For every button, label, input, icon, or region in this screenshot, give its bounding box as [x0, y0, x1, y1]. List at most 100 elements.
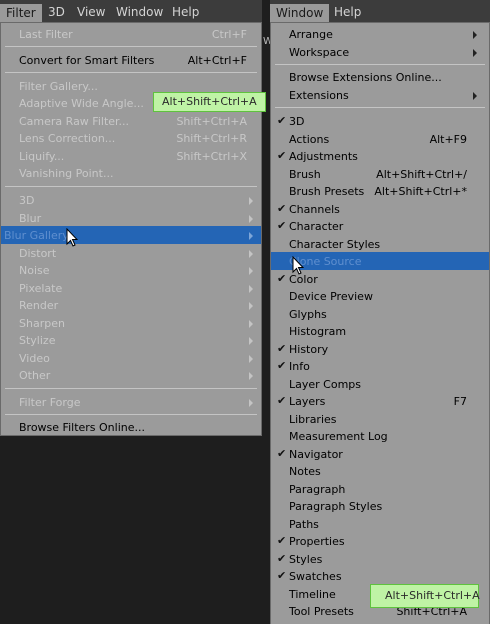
menu-item-convert-smart-filters[interactable]: Convert for Smart Filters Alt+Ctrl+F — [1, 51, 261, 69]
menu-window-active[interactable]: Window — [270, 4, 330, 22]
submenu-blur-gallery[interactable]: Blur Gallery — [1, 226, 261, 244]
submenu-other[interactable]: Other — [1, 366, 261, 384]
device-preview-label: Device Preview — [289, 290, 373, 303]
mouse-cursor-icon — [292, 256, 304, 275]
submenu-blur[interactable]: Blur — [1, 209, 261, 227]
menu-item-adjustments[interactable]: ✔ Adjustments — [271, 147, 489, 165]
menu-item-character[interactable]: ✔ Character — [271, 217, 489, 235]
submenu-blur-label: Blur — [19, 212, 42, 225]
submenu-noise[interactable]: Noise — [1, 261, 261, 279]
menu-item-brush[interactable]: Brush Alt+Shift+Ctrl+/ — [271, 165, 489, 183]
checkmark-icon: ✔ — [277, 534, 287, 547]
checkmark-icon: ✔ — [277, 551, 287, 565]
browse-filters-label: Browse Filters Online... — [19, 421, 145, 434]
menu-divider — [275, 64, 485, 65]
menu-item-lens-correction[interactable]: Lens Correction... Shift+Ctrl+R — [1, 129, 261, 147]
menu-item-camera-raw-filter[interactable]: Camera Raw Filter... Shift+Ctrl+A — [1, 112, 261, 130]
menu-item-device-preview[interactable]: Device Preview — [271, 287, 489, 305]
camera-raw-label: Camera Raw Filter... — [19, 115, 130, 128]
submenu-distort-label: Distort — [19, 247, 57, 260]
submenu-arrange[interactable]: Arrange — [271, 25, 489, 43]
submenu-render-label: Render — [19, 299, 59, 312]
menu-item-paths[interactable]: Paths — [271, 515, 489, 533]
menubar-left: Filter 3D View Window Help — [0, 0, 262, 24]
chevron-right-icon — [249, 232, 253, 240]
menu-item-last-filter[interactable]: Last Filter Ctrl+F — [1, 25, 261, 43]
submenu-stylize-label: Stylize — [19, 334, 56, 347]
menu-item-3d[interactable]: ✔ 3D — [271, 112, 489, 130]
notes-label: Notes — [289, 465, 321, 478]
liquify-shortcut: Shift+Ctrl+X — [176, 150, 247, 163]
menu-item-layer-comps[interactable]: Layer Comps — [271, 375, 489, 393]
submenu-other-label: Other — [19, 369, 51, 382]
menu-item-liquify[interactable]: Liquify... Shift+Ctrl+X — [1, 147, 261, 165]
menu-item-character-styles[interactable]: Character Styles — [271, 235, 489, 253]
mouse-cursor-icon — [66, 228, 78, 247]
submenu-pixelate[interactable]: Pixelate — [1, 279, 261, 297]
menu-item-brush-presets[interactable]: Brush Presets Alt+Shift+Ctrl+* — [271, 182, 489, 200]
menu-3d[interactable]: 3D — [48, 5, 65, 19]
menu-window[interactable]: Window — [116, 5, 163, 19]
menu-divider — [5, 46, 257, 47]
brush-label: Brush — [289, 167, 321, 181]
chevron-right-icon — [249, 285, 253, 293]
submenu-distort[interactable]: Distort — [1, 244, 261, 262]
chevron-right-icon — [249, 197, 253, 205]
last-filter-shortcut: Ctrl+F — [211, 28, 247, 41]
chevron-right-icon — [249, 399, 253, 407]
shortcut-tooltip: Alt+Shift+Ctrl+A — [153, 92, 266, 112]
menu-item-swatches[interactable]: ✔ Swatches — [271, 567, 489, 585]
convert-shortcut: Alt+Ctrl+F — [187, 54, 247, 67]
menu-item-channels[interactable]: ✔ Channels — [271, 200, 489, 218]
submenu-sharpen-label: Sharpen — [19, 317, 65, 330]
menu-item-measurement-log[interactable]: Measurement Log — [271, 427, 489, 445]
checkmark-icon: ✔ — [277, 149, 287, 162]
submenu-filter-forge[interactable]: Filter Forge — [1, 393, 261, 411]
menu-item-vanishing-point[interactable]: Vanishing Point... — [1, 164, 261, 182]
character-label: Character — [289, 220, 344, 233]
menu-divider — [5, 72, 257, 73]
lens-correction-label: Lens Correction... — [19, 132, 116, 145]
paths-label: Paths — [289, 517, 319, 531]
menu-item-actions[interactable]: Actions Alt+F9 — [271, 130, 489, 148]
submenu-video[interactable]: Video — [1, 349, 261, 367]
submenu-sharpen[interactable]: Sharpen — [1, 314, 261, 332]
checkmark-icon: ✔ — [277, 359, 287, 372]
arrange-label: Arrange — [289, 28, 333, 41]
liquify-label: Liquify... — [19, 150, 65, 163]
swatches-label: Swatches — [289, 570, 342, 583]
menu-item-paragraph-styles[interactable]: Paragraph Styles — [271, 497, 489, 515]
submenu-3d[interactable]: 3D — [1, 191, 261, 209]
menu-item-browse-extensions[interactable]: Browse Extensions Online... — [271, 68, 489, 86]
menu-view[interactable]: View — [77, 5, 105, 19]
menu-item-info[interactable]: ✔ Info — [271, 357, 489, 375]
menu-help-right[interactable]: Help — [334, 5, 361, 19]
menu-item-notes[interactable]: Notes — [271, 462, 489, 480]
window-menu: Arrange Workspace Browse Extensions Onli… — [270, 22, 490, 624]
submenu-stylize[interactable]: Stylize — [1, 331, 261, 349]
glyphs-label: Glyphs — [289, 307, 327, 321]
submenu-extensions[interactable]: Extensions — [271, 86, 489, 104]
menu-item-styles[interactable]: ✔ Styles — [271, 550, 489, 568]
menu-divider — [275, 107, 485, 108]
filter-forge-label: Filter Forge — [19, 396, 81, 409]
submenu-workspace[interactable]: Workspace — [271, 43, 489, 61]
menu-item-browse-filters-online[interactable]: Browse Filters Online... — [1, 418, 261, 436]
menu-item-properties[interactable]: ✔ Properties — [271, 532, 489, 550]
menu-item-layers[interactable]: ✔ Layers F7 — [271, 392, 489, 410]
chevron-right-icon — [249, 372, 253, 380]
shortcut-tooltip: Alt+Shift+Ctrl+A — [370, 584, 480, 608]
menu-filter[interactable]: Filter — [0, 4, 42, 22]
camera-raw-shortcut: Shift+Ctrl+A — [176, 115, 247, 128]
checkmark-icon: ✔ — [277, 446, 287, 460]
menu-item-paragraph[interactable]: Paragraph — [271, 480, 489, 498]
menu-help[interactable]: Help — [172, 5, 199, 19]
submenu-render[interactable]: Render — [1, 296, 261, 314]
menu-item-history[interactable]: ✔ History — [271, 340, 489, 358]
menu-item-glyphs[interactable]: Glyphs — [271, 305, 489, 323]
info-label: Info — [289, 360, 310, 373]
menu-item-libraries[interactable]: Libraries — [271, 410, 489, 428]
menu-item-histogram[interactable]: Histogram — [271, 322, 489, 340]
menu-item-navigator[interactable]: ✔ Navigator — [271, 445, 489, 463]
convert-label: Convert for Smart Filters — [19, 54, 155, 67]
